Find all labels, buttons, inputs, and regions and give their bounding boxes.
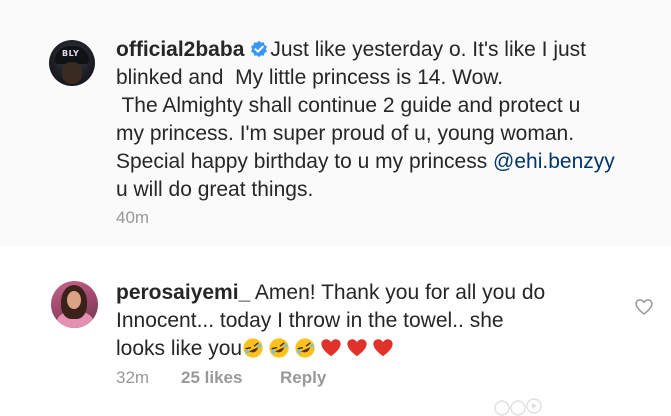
- verified-badge-icon: [251, 40, 268, 58]
- rofl-emoji-icon: [295, 338, 315, 358]
- mention-link[interactable]: @ehi.benzyy: [493, 150, 615, 173]
- red-heart-emoji-icon: [347, 339, 367, 357]
- rofl-emoji-icon: [243, 338, 263, 358]
- reply-timestamp: 32m: [116, 368, 150, 387]
- rofl-emoji-icon: [269, 338, 289, 358]
- reply-line-2: Innocent... today I throw in the towel..…: [116, 309, 504, 332]
- reply-likes-count[interactable]: 25 likes: [181, 368, 242, 388]
- post-author-username[interactable]: official2baba: [116, 38, 244, 61]
- reply-comment: perosaiyemi_ Amen! Thank you for all you…: [116, 279, 545, 363]
- red-heart-emoji-icon: [373, 339, 393, 357]
- post-caption: official2baba Just like yesterday o. It's…: [116, 36, 615, 204]
- reply-author-avatar[interactable]: [51, 281, 98, 328]
- caption-line-4: my princess. I'm super proud of u, young…: [116, 122, 575, 145]
- caption-line-2: blinked and My little princess is 14. Wo…: [116, 66, 504, 89]
- caption-line-5: Special happy birthday to u my princess: [116, 150, 494, 173]
- caption-line-1: Just like yesterday o. It's like I just: [270, 38, 587, 61]
- heart-outline-icon[interactable]: [634, 297, 654, 317]
- reply-line-3: looks like you: [116, 337, 243, 360]
- post-caption-area: BLY official2baba Just like yesterday o. …: [0, 0, 671, 246]
- post-author-avatar[interactable]: BLY: [49, 40, 95, 86]
- avatar-face-shape: [67, 291, 81, 309]
- reply-line-1: Amen! Thank you for all you do: [250, 281, 546, 304]
- caption-line-3: The Almighty shall continue 2 guide and …: [116, 94, 581, 117]
- avatar-face-shape: [62, 62, 82, 84]
- reply-author-username[interactable]: perosaiyemi_: [116, 281, 250, 304]
- reply-button[interactable]: Reply: [280, 368, 326, 388]
- watermark-icon: [494, 398, 542, 416]
- avatar-cap-text: BLY: [62, 49, 80, 58]
- red-heart-emoji-icon: [321, 339, 341, 357]
- caption-line-6: u will do great things.: [116, 178, 314, 201]
- post-timestamp: 40m: [116, 208, 150, 227]
